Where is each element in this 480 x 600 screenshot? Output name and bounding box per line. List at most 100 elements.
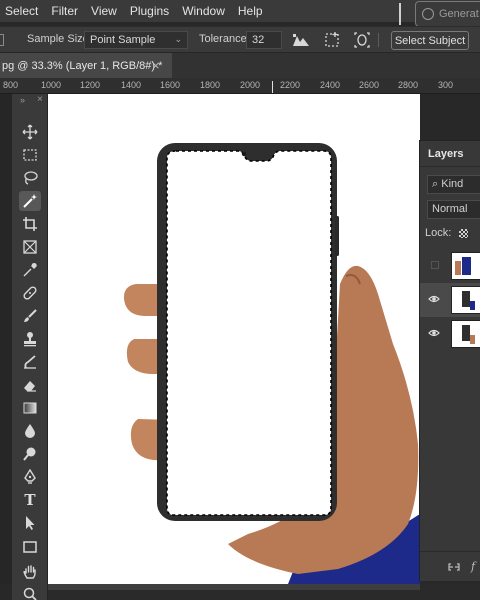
kind-filter[interactable]: ⌕ Kind — [427, 175, 480, 194]
ruler-label: 300 — [438, 80, 454, 90]
link-icon[interactable] — [448, 562, 460, 572]
horizontal-scrollbar[interactable] — [48, 584, 420, 590]
layer-row[interactable] — [420, 283, 480, 317]
search-icon: ⌕ — [432, 178, 439, 190]
magic-wand-tool[interactable] — [19, 191, 41, 211]
fx-icon[interactable]: f — [471, 560, 475, 573]
generate-icon — [422, 8, 434, 20]
eraser-tool[interactable] — [19, 375, 41, 395]
menu-select[interactable]: Select — [0, 4, 46, 18]
document-tab-title: pg @ 33.3% (Layer 1, RGB/8#) * — [2, 60, 163, 72]
options-divider — [378, 33, 379, 47]
type-tool[interactable]: T — [19, 490, 41, 510]
layers-panel: Layers ⌕ Kind Normal Lock: f — [419, 140, 480, 581]
blend-mode-select[interactable]: Normal — [427, 200, 480, 219]
ruler-label: 800 — [3, 80, 19, 90]
eye-icon[interactable] — [428, 327, 440, 339]
blur-tool[interactable] — [19, 421, 41, 441]
history-brush-tool[interactable] — [19, 352, 41, 372]
healing-brush-tool[interactable] — [19, 283, 41, 303]
tools-panel: » × T — [12, 94, 48, 600]
hand-tool[interactable] — [19, 562, 41, 582]
frame-tool[interactable] — [19, 237, 41, 257]
crop-tool[interactable] — [19, 214, 41, 234]
options-handle[interactable] — [0, 34, 4, 46]
brush-icon — [24, 309, 37, 322]
rectangle-tool[interactable] — [19, 537, 41, 557]
dodge-icon — [23, 447, 36, 461]
marquee-icon — [23, 149, 37, 161]
ruler-label: 1800 — [200, 80, 221, 90]
selection-marquee — [166, 150, 332, 516]
eraser-icon — [24, 381, 36, 392]
generate-button[interactable]: Generat — [415, 1, 480, 27]
pen-icon — [24, 469, 36, 484]
menu-help[interactable]: Help — [233, 4, 271, 18]
layers-footer: f — [420, 551, 480, 581]
horizontal-ruler: 800 1000 1200 1400 1600 1800 2000 2200 2… — [0, 78, 480, 94]
visibility-toggle[interactable] — [431, 261, 439, 269]
rectangle-icon — [23, 541, 37, 553]
close-icon[interactable]: × — [152, 58, 160, 73]
tolerance-input[interactable]: 32 — [246, 31, 282, 49]
gradient-tool[interactable] — [19, 398, 41, 418]
close-icon[interactable]: × — [37, 94, 43, 105]
menu-window[interactable]: Window — [177, 4, 233, 18]
tolerance-value: 32 — [252, 34, 265, 46]
brush-tool[interactable] — [19, 306, 41, 326]
layer-thumbnail — [451, 286, 480, 314]
menu-plugins[interactable]: Plugins — [125, 4, 177, 18]
dodge-tool[interactable] — [19, 444, 41, 464]
lock-row: Lock: — [425, 227, 469, 239]
menu-filter[interactable]: Filter — [46, 4, 86, 18]
sample-all-layers-icon[interactable] — [352, 30, 372, 50]
zoom-icon — [23, 587, 37, 600]
select-subject-button[interactable]: Select Subject — [391, 31, 469, 50]
pen-tool[interactable] — [19, 467, 41, 487]
ruler-label: 1400 — [121, 80, 142, 90]
lasso-icon — [24, 171, 38, 185]
zoom-tool[interactable] — [19, 584, 41, 600]
sample-size-value: Point Sample — [90, 34, 156, 46]
canvas-image — [123, 143, 420, 584]
vertical-ruler — [0, 94, 12, 584]
chevron-down-icon: ⌄ — [174, 34, 182, 44]
tools-panel-header: » × — [12, 94, 48, 108]
layer-row[interactable] — [420, 317, 480, 351]
stamp-icon — [24, 332, 36, 347]
ruler-label: 2800 — [398, 80, 419, 90]
ruler-label: 1600 — [160, 80, 181, 90]
magic-wand-icon — [23, 194, 37, 208]
lock-transparency-icon[interactable] — [459, 228, 469, 238]
sample-size-label: Sample Size: — [27, 33, 92, 45]
menu-divider — [399, 3, 401, 25]
anti-alias-icon[interactable] — [291, 30, 311, 50]
blend-mode-label: Normal — [432, 203, 468, 215]
document-tab[interactable]: pg @ 33.3% (Layer 1, RGB/8#) * × — [0, 53, 172, 79]
sample-size-select[interactable]: Point Sample ⌄ — [84, 31, 188, 49]
phone-button — [335, 216, 339, 256]
layer-row[interactable] — [420, 249, 480, 283]
options-bar: Sample Size: Point Sample ⌄ Tolerance: 3… — [0, 26, 480, 52]
move-tool[interactable] — [19, 122, 41, 142]
layers-tab[interactable]: Layers — [420, 141, 480, 167]
ruler-label: 1200 — [80, 80, 101, 90]
ruler-label: 2600 — [359, 80, 380, 90]
path-selection-tool[interactable] — [19, 513, 41, 533]
ruler-label: 2000 — [240, 80, 261, 90]
marquee-tool[interactable] — [19, 145, 41, 165]
camera-icon — [241, 151, 247, 157]
canvas[interactable] — [48, 94, 420, 584]
expand-icon[interactable]: » — [20, 95, 25, 105]
generate-label: Generat — [439, 8, 479, 20]
eyedropper-tool[interactable] — [19, 260, 41, 280]
eyedropper-icon — [23, 263, 37, 277]
eye-icon[interactable] — [428, 293, 440, 305]
clone-stamp-tool[interactable] — [19, 329, 41, 349]
menu-bar: Select Filter View Plugins Window Help — [0, 0, 480, 25]
type-icon: T — [24, 491, 36, 509]
contiguous-icon[interactable] — [322, 30, 342, 50]
menu-view[interactable]: View — [86, 4, 125, 18]
gradient-icon — [23, 402, 37, 414]
lasso-tool[interactable] — [19, 168, 41, 188]
